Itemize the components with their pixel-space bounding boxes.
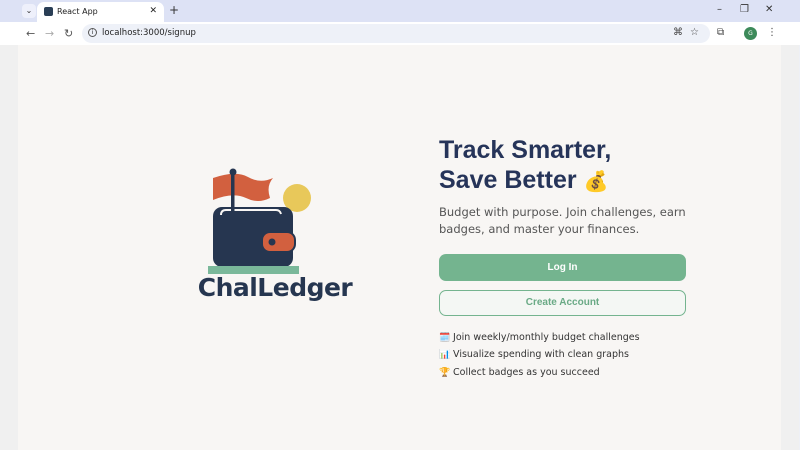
calendar-icon: 🗓️ [439,333,451,343]
bar-chart-icon: 📊 [439,350,451,360]
hero-title-line2: Save Better [439,166,577,194]
feature-item: 📊 Visualize spending with clean graphs [439,349,629,360]
bookmark-star-icon[interactable]: ☆ [690,27,699,38]
login-button[interactable]: Log In [439,254,686,281]
url-text: localhost:3000/signup [102,28,196,38]
reload-icon[interactable]: ↻ [64,27,73,40]
menu-icon[interactable]: ⋮ [767,27,777,38]
hero-title-line1: Track Smarter, [439,136,612,164]
money-bag-icon: 💰 [583,171,609,193]
translate-icon[interactable]: ⌘ [673,27,683,38]
feature-item: 🏆 Collect badges as you succeed [439,367,600,378]
extensions-icon[interactable]: ⧉ [717,27,724,38]
hero-title: Track Smarter, Save Better 💰 [439,135,611,197]
feature-item: 🗓️ Join weekly/monthly budget challenges [439,332,640,343]
minimize-button[interactable]: – [717,4,722,15]
window-edge-left [0,45,18,450]
close-tab-icon[interactable]: ✕ [149,6,157,16]
feature-text: Visualize spending with clean graphs [453,349,629,360]
hero-description: Budget with purpose. Join challenges, ea… [439,205,686,236]
create-account-button[interactable]: Create Account [439,290,686,316]
address-bar-row: ← → ↻ i localhost:3000/signup ⌘ ☆ ⧉ G ⋮ [0,22,800,45]
tab-bar: ⌄ React App ✕ + – ❐ ✕ [0,0,800,22]
url-input[interactable]: i localhost:3000/signup [82,24,710,43]
new-tab-button[interactable]: + [169,3,179,17]
feature-text: Join weekly/monthly budget challenges [453,332,640,343]
tab-react-app[interactable]: React App ✕ [37,2,164,22]
react-favicon-icon [44,7,53,16]
trophy-icon: 🏆 [439,368,451,378]
profile-avatar[interactable]: G [744,27,757,40]
back-icon[interactable]: ← [26,27,35,40]
window-edge-right [781,45,799,450]
feature-text: Collect badges as you succeed [453,367,600,378]
brand-name: ChalLedger [197,273,353,302]
tab-title: React App [57,7,98,16]
signup-page: ChalLedger Track Smarter, Save Better 💰 … [18,45,781,450]
restore-button[interactable]: ❐ [740,4,749,15]
tab-search-button[interactable]: ⌄ [22,4,36,18]
forward-icon[interactable]: → [45,27,54,40]
site-info-icon[interactable]: i [88,28,97,37]
close-window-button[interactable]: ✕ [765,4,773,15]
